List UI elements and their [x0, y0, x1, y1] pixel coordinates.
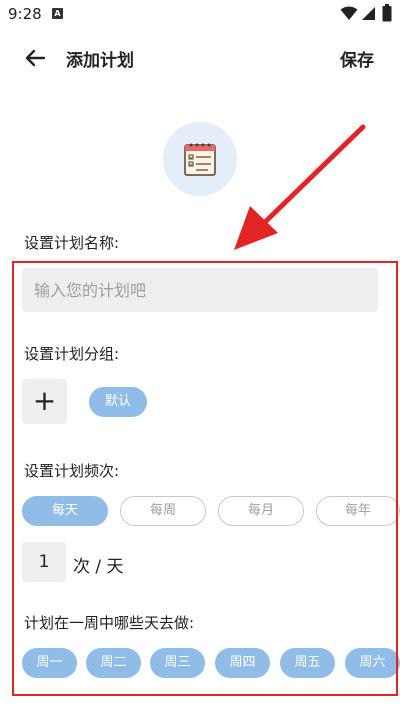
page-title: 添加计划: [66, 51, 134, 71]
back-button[interactable]: [20, 43, 50, 73]
notification-a-icon: A: [52, 8, 63, 19]
wifi-icon: [340, 6, 358, 20]
back-arrow-icon: [25, 49, 46, 67]
save-button[interactable]: 保存: [340, 46, 374, 71]
plan-name-label: 设置计划名称:: [24, 234, 120, 252]
notepad-icon: [184, 143, 216, 176]
status-time: 9:28: [8, 5, 42, 23]
app-bar: 添加计划 保存: [0, 28, 400, 86]
plan-icon-button[interactable]: [163, 122, 237, 196]
battery-icon: [382, 4, 392, 22]
signal-icon: [362, 7, 375, 20]
status-bar: 9:28 A: [0, 0, 400, 28]
annotation-highlight-box: [12, 261, 398, 696]
